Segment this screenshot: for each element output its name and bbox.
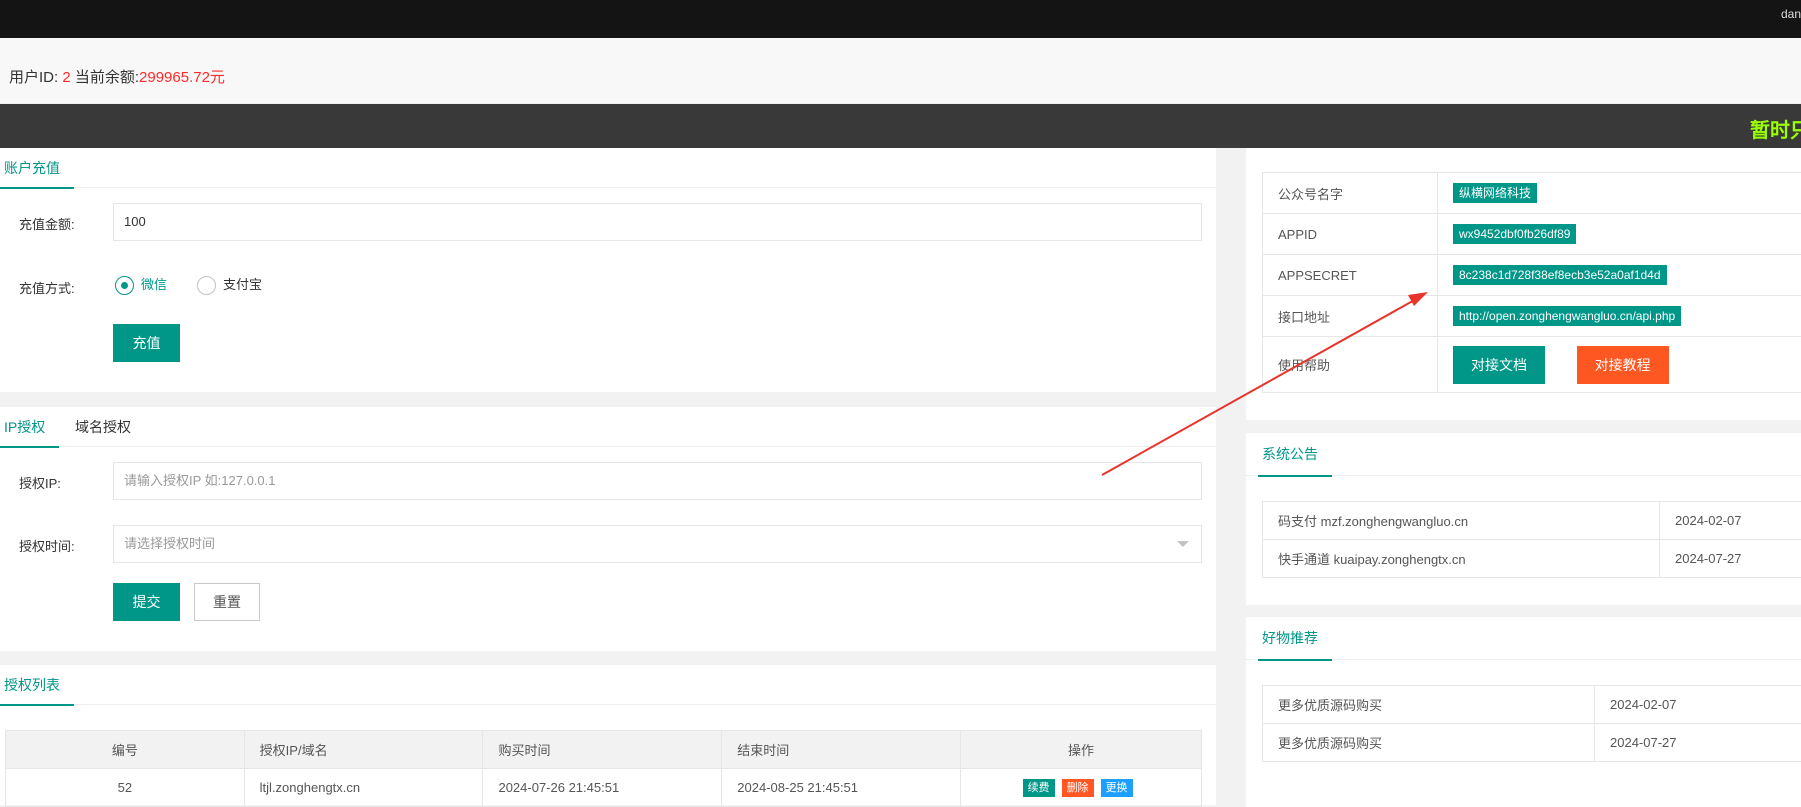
list-item: 码支付 mzf.zonghengwangluo.cn 2024-02-07 (1263, 502, 1801, 540)
recommend-card: 好物推荐 更多优质源码购买 2024-02-07 更多优质源码购买 2024-0… (1246, 617, 1801, 807)
tab-domain-auth[interactable]: 域名授权 (75, 407, 131, 447)
renew-button[interactable]: 续费 (1023, 779, 1055, 797)
submit-button[interactable]: 提交 (113, 583, 180, 621)
announcements-card: 系统公告 码支付 mzf.zonghengwangluo.cn 2024-02-… (1246, 433, 1801, 605)
api-value-appid-cell: wx9452dbf0fb26df89 (1438, 214, 1801, 255)
api-row-help: 使用帮助 对接文档 对接教程 (1263, 337, 1801, 393)
balance-label: 当前余额: (75, 69, 139, 86)
api-label-appid: APPID (1263, 214, 1438, 255)
api-value-secret-cell: 8c238c1d728f38ef8ecb3e52a0af1d4d (1438, 255, 1801, 296)
time-select[interactable]: 请选择授权时间 (113, 525, 1202, 563)
notice-text: 暂时只 (1750, 114, 1801, 143)
tab-announcements[interactable]: 系统公告 (1262, 433, 1318, 476)
radio-wechat-label: 微信 (141, 277, 167, 292)
radio-wechat[interactable]: 微信 (115, 275, 167, 295)
user-id-value: 2 (62, 69, 70, 86)
list-item: 更多优质源码购买 2024-07-27 (1263, 724, 1801, 762)
api-value-name: 纵横网络科技 (1453, 183, 1537, 203)
col-actions: 操作 (961, 731, 1202, 769)
cell-end-time: 2024-08-25 21:45:51 (722, 769, 961, 807)
tab-recharge[interactable]: 账户充值 (4, 148, 60, 188)
col-buy-time: 购买时间 (483, 731, 722, 769)
replace-button[interactable]: 更换 (1101, 779, 1133, 797)
top-bar: dan (0, 0, 1801, 38)
chevron-down-icon (1177, 541, 1189, 547)
radio-alipay-label: 支付宝 (223, 277, 262, 292)
auth-tab-header: IP授权 域名授权 (0, 407, 1216, 447)
doc-button[interactable]: 对接文档 (1453, 346, 1545, 384)
api-info-table: 公众号名字 纵横网络科技 APPID wx9452dbf0fb26df89 AP… (1262, 172, 1801, 393)
tutorial-button[interactable]: 对接教程 (1577, 346, 1669, 384)
api-label-name: 公众号名字 (1263, 173, 1438, 214)
tab-recommend[interactable]: 好物推荐 (1262, 617, 1318, 660)
recommend-date: 2024-07-27 (1595, 724, 1801, 762)
user-id-label: 用户ID: (9, 69, 58, 86)
api-value-url: http://open.zonghengwangluo.cn/api.php (1453, 306, 1681, 326)
ip-label: 授权IP: (19, 473, 61, 492)
auth-list-tab-header: 授权列表 (0, 665, 1216, 705)
api-help-cell: 对接文档 对接教程 (1438, 337, 1801, 393)
cell-id: 52 (6, 769, 245, 807)
recharge-card: 账户充值 充值金额: 100 充值方式: 微信 支付宝 充值 (0, 148, 1216, 392)
announcement-text[interactable]: 码支付 mzf.zonghengwangluo.cn (1263, 502, 1660, 540)
time-select-placeholder: 请选择授权时间 (124, 536, 215, 551)
col-domain: 授权IP/域名 (244, 731, 483, 769)
recommend-tab-header: 好物推荐 (1246, 617, 1801, 660)
api-label-url: 接口地址 (1263, 296, 1438, 337)
recommend-text[interactable]: 更多优质源码购买 (1263, 686, 1595, 724)
balance-value: 299965.72元 (139, 69, 225, 86)
user-menu[interactable]: dan (1781, 7, 1801, 21)
announcements-tab-header: 系统公告 (1246, 433, 1801, 476)
api-row-secret: APPSECRET 8c238c1d728f38ef8ecb3e52a0af1d… (1263, 255, 1801, 296)
cell-actions: 续费删除更换 (961, 769, 1202, 807)
method-label: 充值方式: (19, 278, 75, 297)
account-summary: 用户ID: 2 当前余额:299965.72元 (9, 66, 225, 87)
api-row-name: 公众号名字 纵横网络科技 (1263, 173, 1801, 214)
list-item: 快手通道 kuaipay.zonghengtx.cn 2024-07-27 (1263, 540, 1801, 578)
tab-ip-auth[interactable]: IP授权 (4, 407, 45, 447)
ip-input[interactable]: 请输入授权IP 如:127.0.0.1 (113, 462, 1202, 500)
radio-wechat-dot (115, 276, 134, 295)
reset-button[interactable]: 重置 (194, 583, 260, 621)
delete-button[interactable]: 删除 (1062, 779, 1094, 797)
api-row-appid: APPID wx9452dbf0fb26df89 (1263, 214, 1801, 255)
announcements-table: 码支付 mzf.zonghengwangluo.cn 2024-02-07 快手… (1262, 501, 1801, 578)
api-value-secret: 8c238c1d728f38ef8ecb3e52a0af1d4d (1453, 265, 1667, 285)
recommend-text[interactable]: 更多优质源码购买 (1263, 724, 1595, 762)
account-info-bar: 用户ID: 2 当前余额:299965.72元 (0, 38, 1801, 104)
api-row-url: 接口地址 http://open.zonghengwangluo.cn/api.… (1263, 296, 1801, 337)
list-item: 更多优质源码购买 2024-02-07 (1263, 686, 1801, 724)
col-end-time: 结束时间 (722, 731, 961, 769)
api-value-appid: wx9452dbf0fb26df89 (1453, 224, 1576, 244)
api-label-help: 使用帮助 (1263, 337, 1438, 393)
cell-buy-time: 2024-07-26 21:45:51 (483, 769, 722, 807)
recommend-table: 更多优质源码购买 2024-02-07 更多优质源码购买 2024-07-27 (1262, 685, 1801, 762)
auth-list-card: 授权列表 编号 授权IP/域名 购买时间 结束时间 操作 52 ltjl.zon… (0, 665, 1216, 805)
announcement-text[interactable]: 快手通道 kuaipay.zonghengtx.cn (1263, 540, 1660, 578)
api-value-url-cell: http://open.zonghengwangluo.cn/api.php (1438, 296, 1801, 337)
radio-alipay-dot (197, 276, 216, 295)
announcement-date: 2024-02-07 (1660, 502, 1801, 540)
api-value-name-cell: 纵横网络科技 (1438, 173, 1801, 214)
amount-input[interactable]: 100 (113, 203, 1202, 241)
table-row: 52 ltjl.zonghengtx.cn 2024-07-26 21:45:5… (6, 769, 1202, 807)
tab-auth-list[interactable]: 授权列表 (4, 665, 60, 705)
recharge-button[interactable]: 充值 (113, 324, 180, 362)
radio-alipay[interactable]: 支付宝 (197, 275, 262, 295)
notice-marquee: 暂时只 (0, 104, 1801, 148)
amount-label: 充值金额: (19, 214, 75, 233)
col-id: 编号 (6, 731, 245, 769)
auth-table: 编号 授权IP/域名 购买时间 结束时间 操作 52 ltjl.zongheng… (5, 730, 1202, 807)
recharge-tab-header: 账户充值 (0, 148, 1216, 188)
table-header-row: 编号 授权IP/域名 购买时间 结束时间 操作 (6, 731, 1202, 769)
announcement-date: 2024-07-27 (1660, 540, 1801, 578)
time-label: 授权时间: (19, 536, 75, 555)
api-info-card: 公众号名字 纵横网络科技 APPID wx9452dbf0fb26df89 AP… (1246, 148, 1801, 420)
auth-card: IP授权 域名授权 授权IP: 请输入授权IP 如:127.0.0.1 授权时间… (0, 407, 1216, 651)
recommend-date: 2024-02-07 (1595, 686, 1801, 724)
cell-domain: ltjl.zonghengtx.cn (244, 769, 483, 807)
api-label-secret: APPSECRET (1263, 255, 1438, 296)
